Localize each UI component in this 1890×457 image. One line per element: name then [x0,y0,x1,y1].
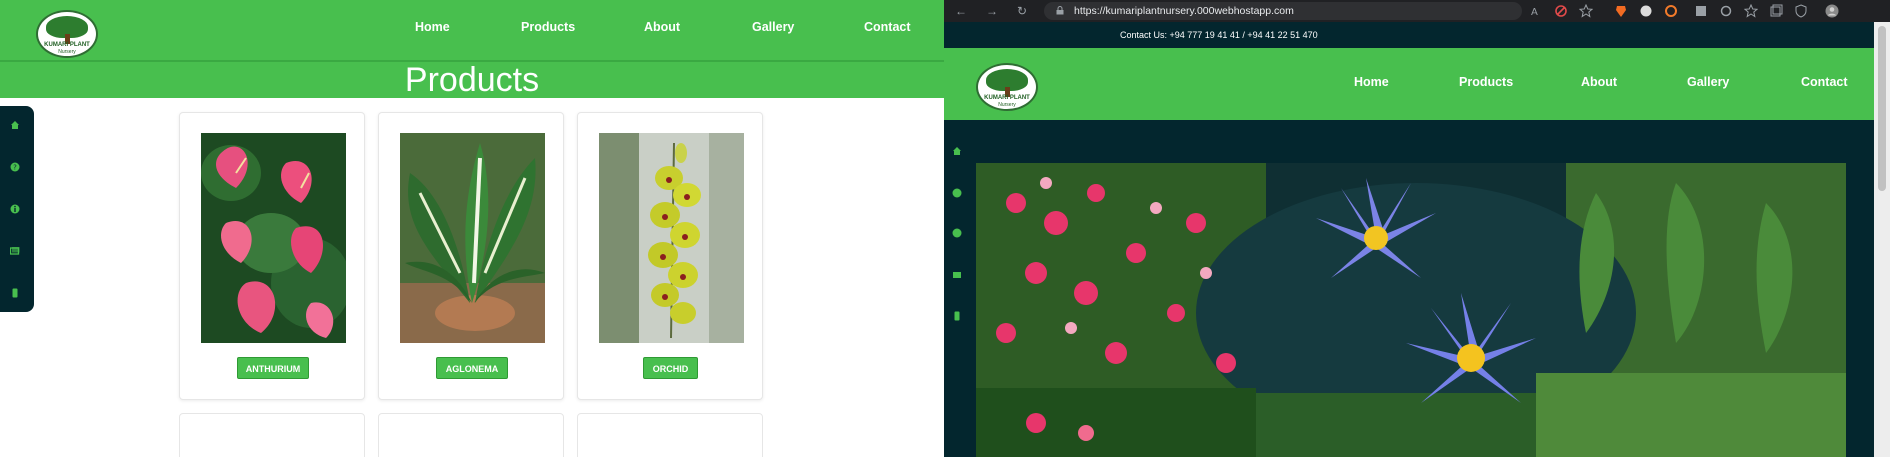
info-icon[interactable] [10,204,20,214]
nav-about-right[interactable]: About [1581,75,1617,89]
left-page: KUMARI PLANT Nursery Home Products About… [0,0,944,457]
logo-subtext: Nursery [58,49,76,55]
logo-text: KUMARI PLANT [984,95,1030,101]
read-aloud-icon[interactable]: A [1529,4,1543,18]
nav-gallery[interactable]: Gallery [752,20,794,34]
extension-orange-icon[interactable] [1664,4,1678,18]
nav-gallery-right[interactable]: Gallery [1687,75,1729,89]
product-card-4 [179,413,365,457]
browser-toolbar: ← → ↻ https://kumariplantnursery.000webh… [944,0,1890,22]
nav-contact-right[interactable]: Contact [1801,75,1848,89]
favorite-add-icon[interactable] [1579,4,1593,18]
product-card-6 [577,413,763,457]
forward-icon[interactable]: → [985,4,999,18]
title-band: Products [0,61,944,99]
nav-products-right[interactable]: Products [1459,75,1513,89]
gallery-icon[interactable] [10,246,20,256]
hero-banner-image [976,163,1846,457]
collections-icon[interactable] [1769,4,1783,18]
question-icon[interactable] [952,185,962,198]
contact-icon[interactable] [10,288,20,298]
address-bar[interactable]: https://kumariplantnursery.000webhostapp… [1044,2,1522,20]
top-navbar-right: KUMARI PLANT Nursery Home Products About… [944,48,1874,120]
product-card-orchid: ORCHID [577,112,763,400]
scrollbar-thumb[interactable] [1878,26,1886,191]
brave-icon[interactable] [1614,4,1628,18]
contact-bar: Contact Us: +94 777 19 41 41 / +94 41 22… [944,22,1874,48]
site-logo[interactable]: KUMARI PLANT Nursery [36,10,98,58]
svg-text:?: ? [13,164,17,172]
orchid-button[interactable]: ORCHID [643,357,698,379]
nav-home-right[interactable]: Home [1354,75,1389,89]
profile-avatar-icon[interactable] [1825,4,1839,18]
side-quick-nav: ? [0,106,34,312]
nav-contact[interactable]: Contact [864,20,911,34]
home-icon[interactable] [952,143,962,155]
home-icon[interactable] [10,120,20,130]
extension-puzzle-icon[interactable] [1694,4,1708,18]
favorites-icon[interactable] [1744,4,1758,18]
logo-subtext: Nursery [998,102,1016,108]
nav-products[interactable]: Products [521,20,575,34]
info-icon[interactable] [952,225,962,238]
product-card-anthurium: ANTHURIUM [179,112,365,400]
logo-text: KUMARI PLANT [44,42,90,48]
orchid-image [599,133,744,343]
browser-essentials-icon[interactable] [1794,4,1808,18]
refresh-icon[interactable]: ↻ [1015,4,1029,18]
contact-icon[interactable] [952,308,962,321]
blocked-icon[interactable] [1554,4,1568,18]
contact-text: Contact Us: +94 777 19 41 41 / +94 41 22… [1120,30,1318,40]
page-scrollbar[interactable] [1874,22,1890,457]
back-icon[interactable]: ← [954,4,968,18]
anthurium-image [201,133,346,343]
anthurium-button[interactable]: ANTHURIUM [237,357,309,379]
aglonema-image [400,133,545,343]
settings-gear-icon[interactable] [1719,4,1733,18]
svg-text:A: A [1531,7,1538,18]
top-navbar: KUMARI PLANT Nursery Home Products About… [0,0,944,62]
product-card-5 [378,413,564,457]
page-title: Products [404,61,540,99]
nav-home[interactable]: Home [415,20,450,34]
url-text: https://kumariplantnursery.000webhostapp… [1074,5,1294,17]
site-logo-right[interactable]: KUMARI PLANT Nursery [976,63,1038,111]
question-icon[interactable]: ? [10,162,20,172]
right-browser-window: ← → ↻ https://kumariplantnursery.000webh… [944,0,1890,457]
extension-circle-icon[interactable] [1639,4,1653,18]
nav-about[interactable]: About [644,20,680,34]
product-card-aglonema: AGLONEMA [378,112,564,400]
lock-icon [1056,6,1064,15]
aglonema-button[interactable]: AGLONEMA [436,357,508,379]
gallery-icon[interactable] [952,267,962,278]
